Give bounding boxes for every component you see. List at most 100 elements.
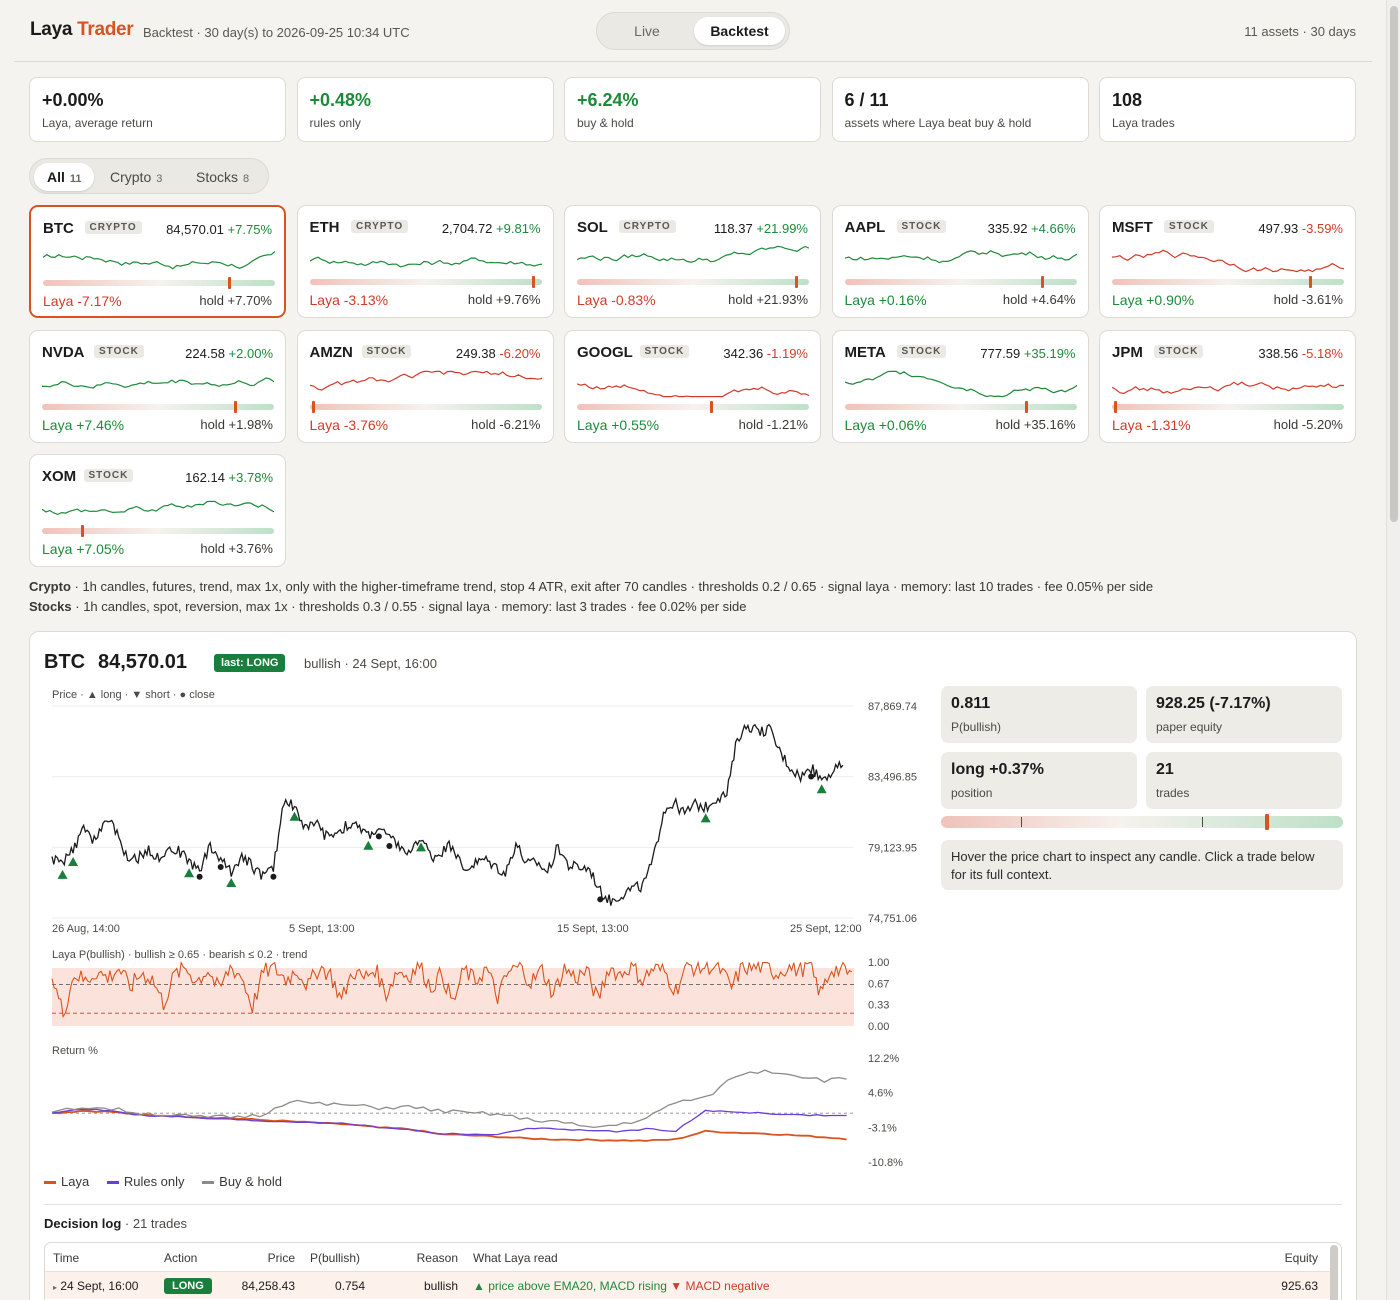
asset-symbol: MSFT bbox=[1112, 219, 1153, 236]
asset-card-amzn[interactable]: AMZN STOCK 249.38 -6.20% Laya -3.76% hold -6… bbox=[296, 329, 554, 443]
asset-sparkline bbox=[42, 500, 274, 516]
metric-value: 21 bbox=[1156, 761, 1174, 778]
asset-change: +9.81% bbox=[496, 221, 541, 236]
col-time[interactable]: Time bbox=[53, 1251, 79, 1265]
config-text: · 1h candles, spot, reversion, max 1x · … bbox=[71, 599, 747, 614]
asset-laya-return: Laya +0.55% bbox=[577, 416, 660, 433]
asset-type-tag: CRYPTO bbox=[618, 220, 676, 233]
detail-symbol: BTC bbox=[44, 651, 86, 673]
asset-symbol: NVDA bbox=[42, 343, 85, 361]
asset-card-msft[interactable]: MSFT STOCK 497.93 -3.59% Laya +0.90% hold -3… bbox=[1099, 205, 1356, 318]
metric-value: long +0.37% bbox=[951, 761, 1044, 778]
stocks-config: Stocks · 1h candles, spot, reversion, ma… bbox=[29, 599, 747, 614]
scrollbar-thumb[interactable] bbox=[1390, 6, 1398, 522]
close-marker[interactable] bbox=[386, 843, 393, 850]
asset-hold-return: hold -1.21% bbox=[738, 416, 808, 432]
pbull-y-tick: 0.67 bbox=[868, 978, 889, 990]
metric-trades: 21 trades bbox=[1146, 752, 1342, 809]
close-marker[interactable] bbox=[597, 896, 604, 903]
col-what-laya-read[interactable]: What Laya read bbox=[473, 1251, 558, 1265]
long-marker[interactable] bbox=[57, 869, 68, 879]
long-marker[interactable] bbox=[226, 877, 237, 887]
long-marker[interactable] bbox=[816, 784, 827, 794]
asset-laya-return: Laya -3.76% bbox=[309, 416, 389, 433]
price-x-tick: 5 Sept, 13:00 bbox=[289, 923, 354, 935]
header: Laya Trader Backtest · 30 day(s) to 2026… bbox=[14, 0, 1372, 62]
asset-symbol: JPM bbox=[1112, 343, 1143, 361]
return-y-tick: 12.2% bbox=[868, 1053, 899, 1065]
asset-sparkline bbox=[43, 251, 275, 270]
close-marker[interactable] bbox=[270, 873, 277, 880]
asset-card-eth[interactable]: ETH CRYPTO 2,704.72 +9.81% Laya -3.13% hold … bbox=[296, 205, 554, 318]
detail-chart[interactable]: Price · ▲ long · ▼ short · ● close 87,869… bbox=[44, 686, 924, 1166]
col-reason[interactable]: Reason bbox=[405, 1251, 458, 1265]
laya-range-bar bbox=[844, 403, 1077, 410]
table-scrollbar[interactable] bbox=[1330, 1245, 1338, 1300]
close-marker[interactable] bbox=[375, 833, 382, 840]
col-price[interactable]: Price bbox=[245, 1251, 295, 1265]
filter-all-button[interactable]: All 11 bbox=[34, 163, 94, 191]
asset-card-nvda[interactable]: NVDA STOCK 224.58 +2.00% Laya +7.46% hold +1… bbox=[29, 329, 286, 443]
laya-position-marker bbox=[531, 276, 535, 288]
read-positive: ▲ price above EMA20, MACD rising bbox=[473, 1279, 667, 1293]
legend-hold: Buy & hold bbox=[202, 1174, 282, 1189]
laya-range-bar bbox=[1112, 403, 1344, 410]
page-scrollbar[interactable] bbox=[1386, 0, 1400, 1300]
asset-hold-return: hold +21.93% bbox=[728, 292, 808, 307]
asset-price: 497.93 -3.59% bbox=[1258, 221, 1343, 236]
asset-type-tag: CRYPTO bbox=[84, 221, 142, 234]
asset-hold-return: hold +3.76% bbox=[200, 541, 273, 556]
price-line bbox=[51, 723, 844, 906]
col-pbullish[interactable]: P(bullish) bbox=[310, 1251, 360, 1265]
sparkline-line bbox=[1112, 380, 1344, 394]
asset-card-jpm[interactable]: JPM STOCK 338.56 -5.18% Laya -1.31% hold -5.… bbox=[1099, 329, 1356, 443]
detail-note: bullish · 24 Sept, 16:00 bbox=[304, 656, 437, 671]
legend-label: Buy & hold bbox=[219, 1174, 283, 1189]
asset-price: 118.37 +21.99% bbox=[714, 221, 808, 236]
asset-type-tag: STOCK bbox=[83, 469, 134, 482]
long-marker[interactable] bbox=[68, 856, 79, 866]
brand-suffix: Trader bbox=[77, 19, 134, 40]
sparkline-line bbox=[577, 382, 809, 397]
asset-change: +21.99% bbox=[756, 221, 808, 236]
gauge-threshold-tick bbox=[1202, 817, 1204, 827]
asset-card-meta[interactable]: META STOCK 777.59 +35.19% Laya +0.06% hold +… bbox=[831, 329, 1089, 443]
col-action[interactable]: Action bbox=[164, 1251, 197, 1265]
asset-card-xom[interactable]: XOM STOCK 162.14 +3.78% Laya +7.05% hold +3.… bbox=[29, 454, 286, 567]
asset-card-googl[interactable]: GOOGL STOCK 342.36 -1.19% Laya +0.55% hold -… bbox=[564, 329, 821, 443]
asset-sparkline bbox=[844, 370, 1077, 397]
long-marker[interactable] bbox=[184, 868, 195, 878]
close-marker[interactable] bbox=[808, 773, 815, 780]
table-row[interactable]: ▸ 24 Sept, 16:00 LONG 84,258.43 0.754 bu… bbox=[45, 1271, 1331, 1299]
long-marker[interactable] bbox=[700, 813, 711, 823]
laya-range-bar bbox=[42, 403, 274, 410]
brand-name: Laya bbox=[30, 19, 73, 40]
stat-label: rules only bbox=[309, 116, 361, 130]
col-equity[interactable]: Equity bbox=[1245, 1251, 1318, 1265]
mode-backtest-button[interactable]: Backtest bbox=[694, 17, 785, 45]
asset-laya-return: Laya +0.90% bbox=[1112, 292, 1195, 308]
asset-change: -5.18% bbox=[1301, 345, 1343, 361]
asset-price: 335.92 +4.66% bbox=[988, 221, 1076, 236]
metric-value: 928.25 (-7.17%) bbox=[1156, 695, 1271, 712]
asset-card-btc[interactable]: BTC CRYPTO 84,570.01 +7.75% Laya -7.17% hold… bbox=[29, 205, 286, 318]
long-marker[interactable] bbox=[363, 840, 374, 850]
filter-stocks-button[interactable]: Stocks 8 bbox=[180, 163, 266, 191]
asset-laya-return: Laya +0.16% bbox=[844, 292, 927, 308]
asset-price-value: 497.93 bbox=[1258, 221, 1299, 236]
mode-live-button[interactable]: Live bbox=[601, 17, 693, 45]
pbull-y-tick: 0.33 bbox=[868, 1000, 889, 1012]
close-marker[interactable] bbox=[217, 864, 224, 871]
expand-caret-icon[interactable]: ▸ bbox=[53, 1283, 57, 1292]
asset-change: +3.78% bbox=[228, 470, 273, 485]
laya-range-bar bbox=[42, 528, 274, 534]
asset-card-aapl[interactable]: AAPL STOCK 335.92 +4.66% Laya +0.16% hold +4… bbox=[831, 205, 1089, 318]
metric-pbullish: 0.811 P(bullish) bbox=[941, 686, 1137, 743]
close-marker[interactable] bbox=[196, 873, 203, 880]
decision-log-table: Time Action Price P(bullish) Reason What… bbox=[44, 1242, 1342, 1300]
sparkline-line bbox=[844, 250, 1077, 264]
stat-label: Laya, average return bbox=[42, 116, 153, 130]
price-x-tick: 15 Sept, 13:00 bbox=[557, 923, 629, 935]
asset-card-sol[interactable]: SOL CRYPTO 118.37 +21.99% Laya -0.83% hold +… bbox=[564, 205, 821, 318]
filter-crypto-button[interactable]: Crypto 3 bbox=[96, 163, 176, 191]
